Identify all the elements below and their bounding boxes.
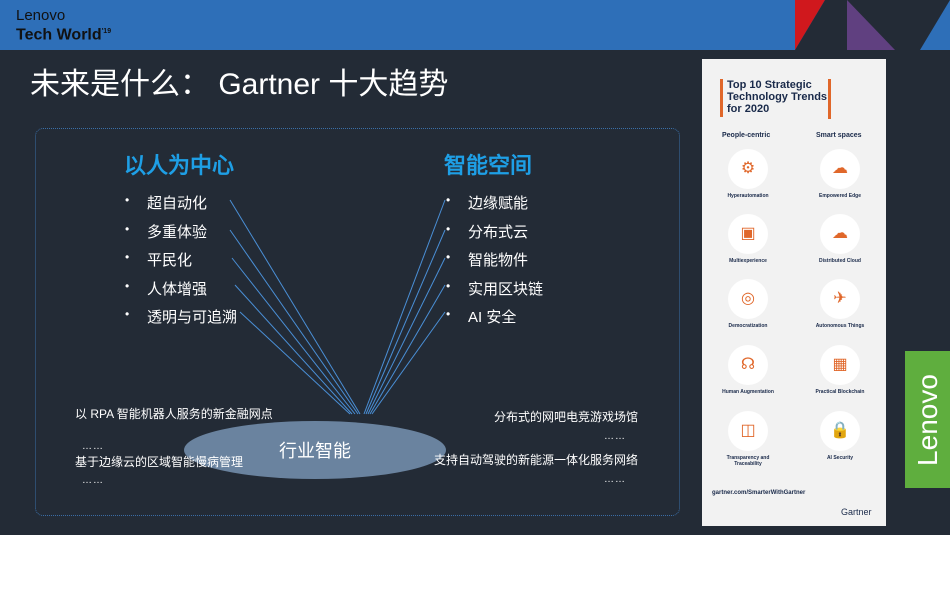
gartner-logo: Gartner	[841, 507, 872, 517]
lenovo-side-logo: Lenovo	[905, 351, 950, 488]
poster-title: Top 10 Strategic Technology Trends for 2…	[720, 79, 830, 117]
example-left-2: 基于边缘云的区域智能慢病管理	[75, 455, 244, 469]
trend-label: Hyperautomation	[727, 193, 769, 199]
trend-label: Human Augmentation	[722, 389, 774, 395]
lock-icon: 🔒	[820, 411, 860, 451]
trend-label: Empowered Edge	[819, 193, 861, 199]
ellipsis: ……	[604, 474, 626, 485]
poster-col1: People-centric	[722, 132, 771, 139]
hyperautomation-icon: ⚙	[728, 149, 768, 189]
democratization-icon: ◎	[728, 279, 768, 319]
trend-label: Multiexperience	[729, 258, 767, 264]
poster-col2: Smart spaces	[816, 132, 862, 139]
example-right-1: 分布式的网吧电竞游戏场馆	[493, 410, 638, 424]
cloud-icon: ☁	[820, 214, 860, 254]
ellipsis: ……	[82, 441, 104, 452]
industry-intelligence-ellipse: 行业智能	[184, 421, 446, 479]
blockchain-icon: ▦	[820, 345, 860, 385]
trend-label: Democratization	[728, 323, 768, 329]
ellipsis: ……	[604, 431, 626, 442]
gartner-poster: Top 10 Strategic Technology Trends for 2…	[702, 59, 886, 526]
trend-label: Practical Blockchain	[815, 389, 865, 395]
poster-bar	[828, 79, 831, 119]
brain-icon: ☊	[728, 345, 768, 385]
drone-icon: ✈	[820, 279, 860, 319]
lenovo-logo-text: Lenovo	[911, 373, 943, 466]
trend-label: Autonomous Things	[815, 323, 865, 329]
ellipsis: ……	[82, 475, 104, 486]
trend-label: Transparency and Traceability	[726, 455, 770, 467]
example-right-2: 支持自动驾驶的新能源一体化服务网络	[433, 453, 638, 467]
poster-link: gartner.com/SmarterWithGartner	[712, 490, 806, 496]
transparency-icon: ◫	[728, 411, 768, 451]
slide: Lenovo Tech World'19 未来是什么： Gartner 十大趋势…	[0, 0, 950, 535]
multiexperience-icon: ▣	[728, 214, 768, 254]
trend-label: AI Security	[826, 455, 854, 461]
trend-label: Distributed Cloud	[819, 258, 861, 264]
example-left-1: 以 RPA 智能机器人服务的新金融网点	[75, 407, 273, 421]
decorative-triangles	[795, 0, 950, 50]
edge-icon: ☁	[820, 149, 860, 189]
